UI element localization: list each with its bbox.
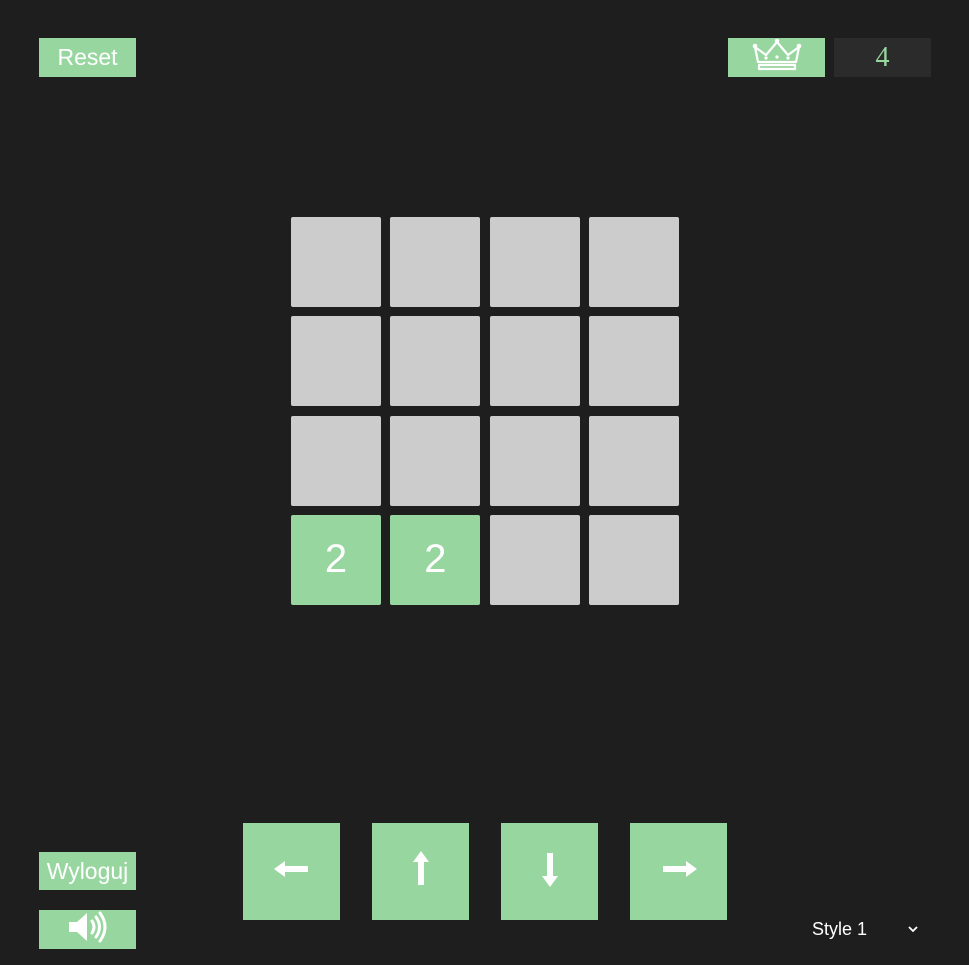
tile — [390, 415, 481, 506]
move-left-button[interactable] — [243, 823, 340, 920]
tile — [588, 514, 679, 605]
style-select-value: Style 1 — [812, 918, 868, 939]
move-right-button[interactable] — [630, 823, 727, 920]
tile — [489, 217, 580, 307]
move-up-button[interactable] — [372, 823, 469, 920]
reset-button[interactable]: Reset — [39, 38, 136, 77]
chevron-down-icon — [908, 922, 918, 936]
tile — [390, 316, 481, 407]
best-score-button[interactable] — [728, 38, 825, 77]
best-score-value: 4 — [834, 38, 931, 77]
tile — [489, 415, 580, 506]
arrow-left-icon — [273, 859, 310, 884]
tile — [291, 316, 381, 407]
logout-button[interactable]: Wyloguj — [39, 852, 136, 890]
tile — [489, 316, 580, 407]
tile — [588, 415, 679, 506]
arrow-right-icon — [661, 859, 697, 884]
style-select[interactable]: Style 1 — [812, 912, 922, 946]
tile: 2 — [291, 514, 381, 605]
move-down-button[interactable] — [501, 823, 598, 920]
tile — [291, 217, 381, 307]
tile — [588, 217, 679, 307]
tile — [588, 316, 679, 407]
arrow-up-icon — [411, 851, 431, 892]
crown-icon — [752, 38, 802, 77]
tile — [489, 514, 580, 605]
sound-toggle-button[interactable] — [39, 910, 136, 949]
tile — [390, 217, 481, 307]
tile — [291, 415, 381, 506]
game-board: 2 2 — [291, 217, 679, 605]
tile: 2 — [390, 514, 481, 605]
speaker-icon — [67, 910, 109, 949]
arrow-down-icon — [540, 851, 560, 892]
